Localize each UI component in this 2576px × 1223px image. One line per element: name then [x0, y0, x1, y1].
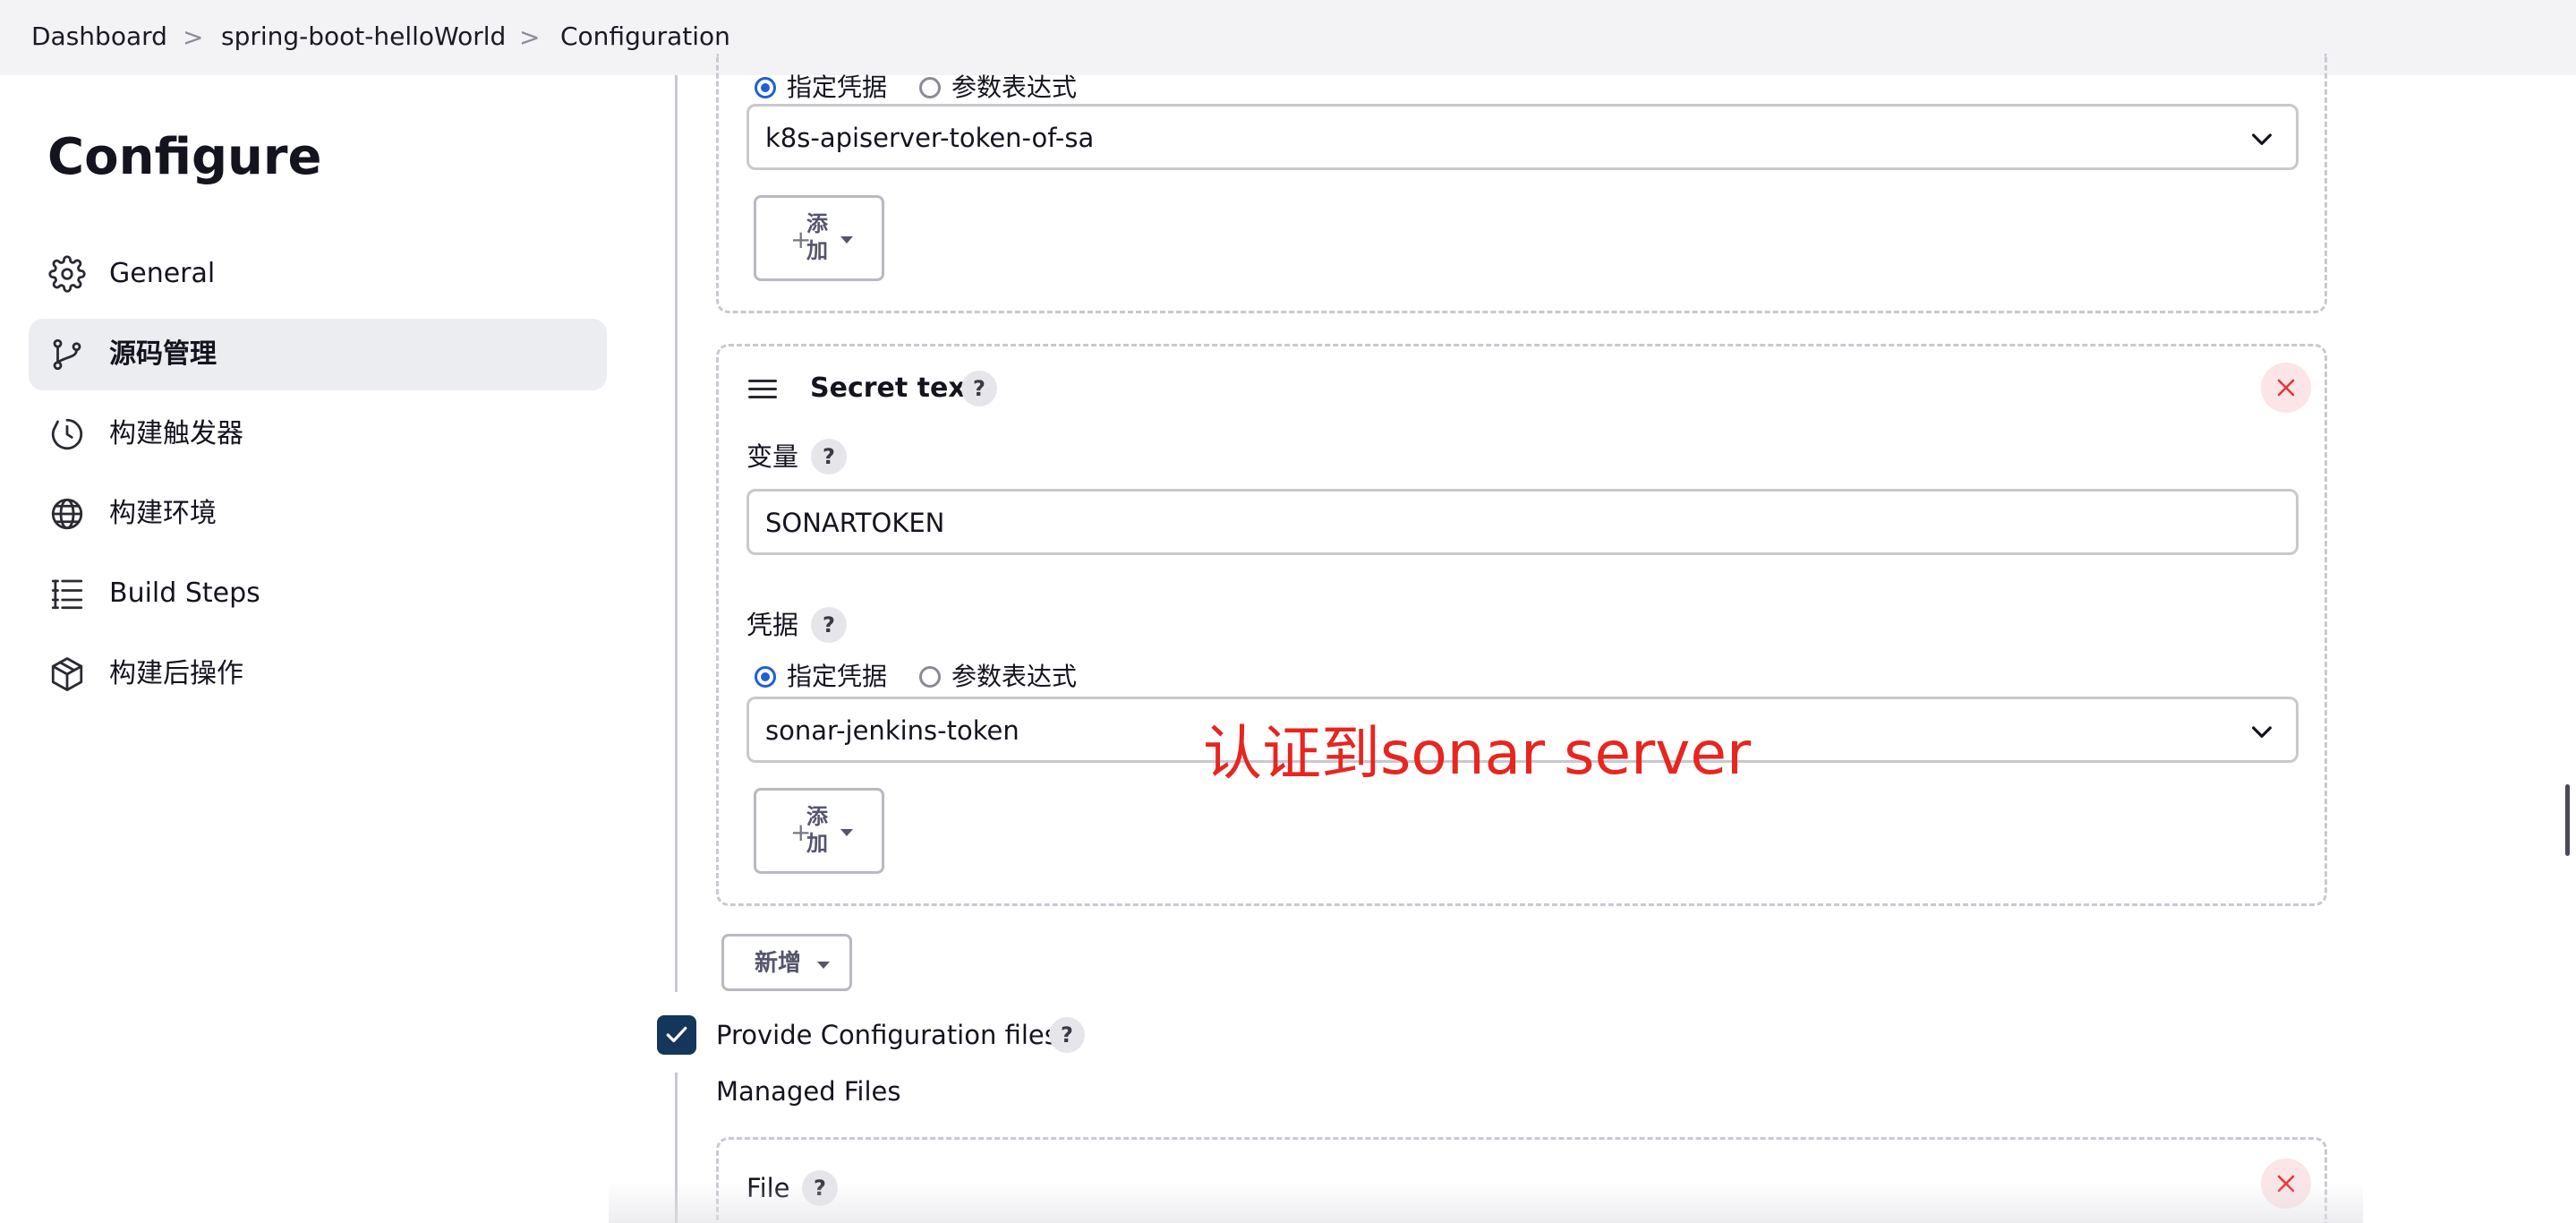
- add-binding-button[interactable]: 新增: [721, 934, 852, 991]
- caret-down-icon: [840, 236, 853, 244]
- section-rule: [675, 75, 678, 992]
- add-credential-button[interactable]: + 添加: [754, 195, 884, 281]
- caret-down-icon: [817, 962, 830, 969]
- sidebar-item-source-control[interactable]: 源码管理: [29, 319, 607, 390]
- scrollbar-thumb[interactable]: [2565, 784, 2570, 856]
- sidebar-item-label: General: [109, 258, 216, 289]
- bottom-fade: [609, 1182, 2363, 1223]
- chevron-down-icon: [2252, 726, 2272, 738]
- list-icon: [48, 575, 86, 612]
- help-icon[interactable]: ?: [961, 371, 997, 406]
- radio-label: 指定凭据: [787, 73, 888, 102]
- sidebar-item-label: 构建触发器: [109, 418, 243, 449]
- managed-files-label: Managed Files: [716, 1076, 901, 1107]
- sidebar-item-label: 构建后操作: [109, 658, 243, 689]
- drag-handle-icon[interactable]: [748, 380, 777, 399]
- variable-label: 变量: [746, 441, 799, 472]
- provide-config-checkbox[interactable]: [657, 1015, 696, 1055]
- sidebar-item-post-build[interactable]: 构建后操作: [29, 638, 607, 710]
- radio-label: 参数表达式: [951, 73, 1078, 102]
- caret-down-icon: [840, 829, 853, 836]
- help-icon[interactable]: ?: [811, 607, 847, 643]
- sidebar-item-label: Build Steps: [109, 577, 260, 609]
- radio-label: 指定凭据: [787, 662, 888, 691]
- credential-select-value: k8s-apiserver-token-of-sa: [765, 123, 1095, 153]
- radio-parameter-expression[interactable]: [919, 77, 942, 98]
- annotation-text: 认证到sonar server: [1203, 719, 1752, 788]
- breadcrumb-separator: >: [519, 22, 541, 52]
- sidebar-item-general[interactable]: General: [29, 238, 607, 310]
- checkmark-icon: [666, 1026, 687, 1043]
- credential-mode-radios: 指定凭据 参数表达式: [755, 70, 1109, 106]
- chevron-down-icon: [2252, 133, 2272, 145]
- add-button-label: 添加: [806, 804, 828, 856]
- help-icon[interactable]: ?: [811, 439, 847, 475]
- breadcrumb-dashboard[interactable]: Dashboard: [31, 19, 167, 55]
- help-icon[interactable]: ?: [1049, 1017, 1085, 1053]
- clock-icon: [48, 415, 86, 453]
- radio-specific-credential[interactable]: [755, 77, 776, 98]
- radio-parameter-expression[interactable]: [919, 666, 942, 688]
- branch-icon: [48, 336, 86, 373]
- breadcrumb-configuration[interactable]: Configuration: [560, 19, 730, 55]
- globe-icon: [48, 495, 86, 533]
- provide-config-label: Provide Configuration files: [716, 1020, 1058, 1050]
- sidebar-item-label: 构建环境: [109, 498, 217, 529]
- add-binding-label: 新增: [755, 950, 802, 977]
- secret-text-panel: [716, 344, 2327, 906]
- sidebar-item-build-steps[interactable]: Build Steps: [29, 558, 607, 629]
- breadcrumb-separator: >: [183, 22, 204, 52]
- add-credential-button[interactable]: + 添加: [754, 788, 884, 874]
- close-icon: [2277, 379, 2295, 397]
- credential-label: 凭据: [746, 610, 799, 640]
- sidebar-item-label: 源码管理: [109, 338, 217, 370]
- sidebar-item-build-environment[interactable]: 构建环境: [29, 478, 607, 550]
- credential-select[interactable]: k8s-apiserver-token-of-sa: [746, 104, 2299, 170]
- radio-label: 参数表达式: [951, 662, 1078, 691]
- add-button-label: 添加: [806, 211, 828, 263]
- page: Dashboard > spring-boot-helloWorld > Con…: [0, 0, 2576, 1223]
- gear-icon: [48, 255, 86, 293]
- breadcrumb-project[interactable]: spring-boot-helloWorld: [221, 19, 506, 55]
- radio-specific-credential[interactable]: [755, 666, 776, 688]
- sidebar-item-build-triggers[interactable]: 构建触发器: [29, 398, 607, 470]
- credential-select-value: sonar-jenkins-token: [765, 715, 1019, 746]
- variable-input-value: SONARTOKEN: [765, 508, 945, 538]
- page-title: Configure: [47, 128, 322, 186]
- remove-binding-button[interactable]: [2261, 363, 2311, 413]
- credential-mode-radios: 指定凭据 参数表达式: [755, 659, 1109, 695]
- package-icon: [48, 655, 86, 693]
- variable-input[interactable]: SONARTOKEN: [746, 489, 2299, 555]
- section-title: Secret text: [810, 372, 979, 404]
